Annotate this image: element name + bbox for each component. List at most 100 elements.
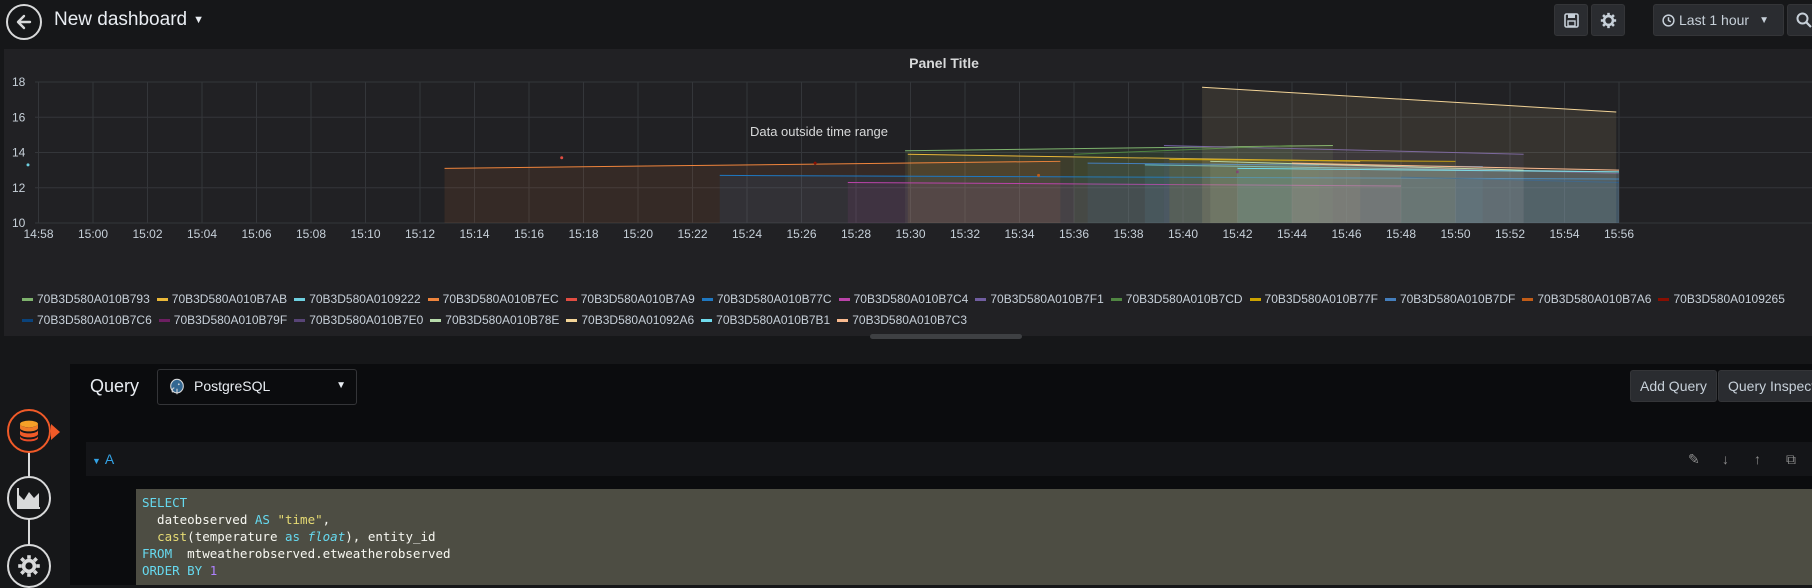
database-icon [20, 420, 38, 442]
legend-item[interactable]: 70B3D580A010B7DF [1384, 289, 1515, 310]
query-row-letter: A [104, 451, 115, 467]
legend-item[interactable]: 70B3D580A010B7E0 [294, 310, 423, 331]
legend-item[interactable]: 70B3D580A010B7B1 [701, 310, 830, 331]
x-tick-label: 15:56 [1604, 227, 1634, 241]
chevron-down-icon: ▼ [193, 13, 204, 26]
zoom-out-button[interactable] [1787, 4, 1812, 36]
sidebar-visualization-button[interactable] [7, 476, 51, 520]
x-tick-label: 15:52 [1495, 227, 1525, 241]
legend-label: 70B3D580A0109265 [1673, 292, 1785, 306]
gear-icon [1600, 12, 1616, 28]
sidebar-general-button[interactable] [7, 544, 51, 588]
x-tick-label: 15:04 [187, 227, 217, 241]
x-tick-label: 15:08 [296, 227, 326, 241]
arrow-up-icon[interactable]: ↑ [1754, 451, 1761, 467]
legend-item[interactable]: 70B3D580A010B7AB [156, 289, 287, 310]
graph-legend: 70B3D580A010B793 70B3D580A010B7AB 70B3D580… [22, 289, 1812, 331]
legend-swatch [22, 319, 33, 323]
query-row-header[interactable]: ▼ A ✎ ↓ ↑ ⧉ [86, 442, 1812, 476]
legend-item[interactable]: 70B3D580A010B7C4 [838, 289, 969, 310]
legend-swatch [427, 298, 439, 302]
pencil-icon[interactable]: ✎ [1688, 451, 1700, 468]
legend-item[interactable]: 70B3D580A010B78E [430, 310, 559, 331]
legend-swatch [838, 298, 850, 302]
legend-item[interactable]: 70B3D580A010B7F1 [975, 289, 1104, 310]
legend-label: 70B3D580A010B78E [445, 313, 560, 327]
sql-code-editor[interactable]: SELECT dateobserved AS "time", cast(temp… [136, 489, 1812, 585]
legend-label: 70B3D580A010B7A6 [1537, 292, 1652, 306]
x-tick-label: 15:46 [1331, 227, 1361, 241]
legend-item[interactable]: 70B3D580A010B7EC [427, 289, 559, 310]
legend-item[interactable]: 70B3D580A010B7C3 [837, 310, 967, 331]
legend-label: 70B3D580A010B793 [37, 292, 150, 306]
panel-resize-handle[interactable] [870, 334, 1022, 339]
copy-icon[interactable]: ⧉ [1786, 451, 1796, 468]
y-tick-label: 16 [12, 110, 26, 124]
back-button[interactable] [6, 4, 42, 40]
x-tick-label: 14:58 [23, 227, 53, 241]
legend-item[interactable]: 70B3D580A010B7A9 [565, 289, 695, 310]
legend-item[interactable]: 70B3D580A010B7CD [1110, 289, 1243, 310]
legend-label: 70B3D580A010B7EC [442, 292, 559, 306]
legend-item[interactable]: 70B3D580A010B77F [1249, 289, 1378, 310]
sidebar-queries-button[interactable] [7, 409, 51, 453]
legend-item[interactable]: 70B3D580A0109222 [294, 289, 421, 310]
chevron-down-icon: ▼ [1759, 14, 1769, 26]
sql-line: FROM mtweatherobserved.etweatherobserved [142, 546, 451, 561]
legend-label: 70B3D580A010B79F [173, 313, 288, 327]
graph-plot-area[interactable]: 101214161814:58 15:00 15:02 15:04 15:06 15:08… [4, 49, 1812, 284]
search-minus-icon [1796, 12, 1812, 28]
legend-swatch [837, 319, 849, 323]
chevron-down-icon: ▼ [336, 380, 346, 391]
query-inspector-button[interactable]: Query Inspector [1718, 370, 1812, 402]
x-tick-label: 15:34 [1004, 227, 1034, 241]
legend-swatch [158, 319, 170, 323]
time-range-label: Last 1 hour [1679, 12, 1750, 28]
legend-swatch [22, 298, 33, 302]
legend-label: 70B3D580A0109222 [309, 292, 421, 306]
x-tick-label: 15:36 [1059, 227, 1089, 241]
y-tick-label: 14 [12, 146, 26, 160]
save-icon [1563, 12, 1579, 28]
legend-item[interactable]: 70B3D580A0109265 [1658, 289, 1785, 310]
legend-item[interactable]: 70B3D580A01092A6 [566, 310, 694, 331]
legend-item[interactable]: 70B3D580A010B79F [158, 310, 288, 331]
series-point [26, 163, 30, 167]
series-point [1037, 173, 1041, 177]
data-outside-range-annotation: Data outside time range [750, 124, 888, 139]
legend-item[interactable]: 70B3D580A010B77C [701, 289, 832, 310]
gear-icon [18, 555, 40, 577]
graph-panel: Panel Title 10 12 14 16 18 14:58 15:00 15:02 15:… [4, 49, 1812, 336]
x-tick-label: 15:22 [677, 227, 707, 241]
caret-down-icon: ▼ [92, 456, 101, 466]
legend-label: 70B3D580A010B7C4 [853, 292, 969, 306]
legend-swatch [1658, 298, 1670, 302]
dashboard-title[interactable]: New dashboard ▼ [54, 9, 204, 31]
query-row-toggle[interactable]: ▼ A [92, 451, 114, 467]
series-point [560, 156, 564, 160]
dashboard-title-text: New dashboard [54, 9, 188, 30]
legend-swatch [156, 298, 168, 302]
dashboard-settings-button[interactable] [1591, 4, 1625, 36]
legend-swatch [701, 298, 713, 302]
time-picker-button[interactable]: Last 1 hour ▼ [1653, 4, 1784, 36]
x-tick-label: 15:14 [459, 227, 489, 241]
legend-swatch [1110, 298, 1122, 302]
add-query-button[interactable]: Add Query [1630, 370, 1717, 402]
legend-item[interactable]: 70B3D580A010B793 [22, 289, 150, 310]
x-tick-label: 15:06 [241, 227, 271, 241]
legend-item[interactable]: 70B3D580A010B7C6 [22, 310, 152, 331]
x-tick-label: 15:26 [786, 227, 816, 241]
series-area [1292, 163, 1619, 223]
legend-swatch [294, 298, 306, 302]
legend-item[interactable]: 70B3D580A010B7A6 [1522, 289, 1651, 310]
sql-line: cast(temperature as float), entity_id [157, 529, 436, 544]
legend-label: 70B3D580A010B77C [716, 292, 832, 306]
save-dashboard-button[interactable] [1554, 4, 1588, 36]
x-tick-label: 15:40 [1168, 227, 1198, 241]
datasource-select[interactable]: PostgreSQL ▼ [157, 369, 357, 405]
active-arrow-indicator [51, 424, 60, 440]
sql-line: dateobserved AS "time", [142, 512, 331, 527]
legend-swatch [565, 298, 577, 302]
arrow-down-icon[interactable]: ↓ [1722, 451, 1729, 467]
